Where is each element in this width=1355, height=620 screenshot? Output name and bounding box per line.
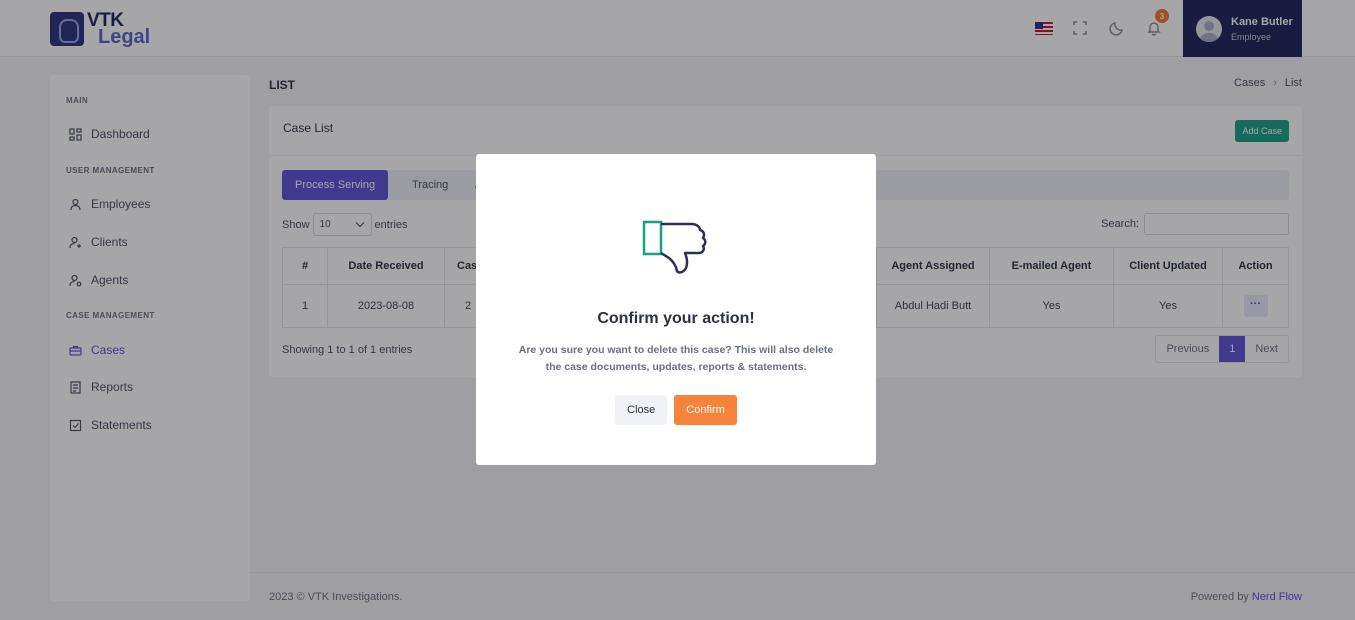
dialog-title: Confirm your action! (597, 310, 755, 327)
confirm-dialog: Confirm your action! Are you sure you wa… (476, 154, 876, 465)
dialog-message: Are you sure you want to delete this cas… (518, 344, 834, 373)
close-button[interactable]: Close (615, 395, 668, 425)
thumbs-down-icon (641, 218, 713, 283)
confirm-button[interactable]: Confirm (674, 395, 737, 425)
